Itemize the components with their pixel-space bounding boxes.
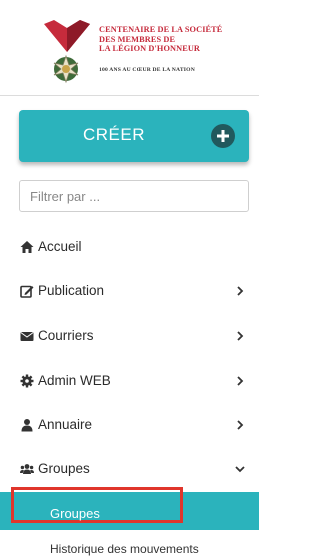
create-button-label: CRÉER xyxy=(82,125,145,144)
chevron-right-icon xyxy=(237,331,244,341)
nav-item-label: Admin WEB xyxy=(38,373,111,388)
nav-item-publication[interactable]: Publication xyxy=(0,280,259,302)
envelope-icon xyxy=(20,332,34,341)
logo-title-line: LA LÉGION D'HONNEUR xyxy=(99,44,201,54)
nav-item-label: Publication xyxy=(38,283,105,298)
header-divider xyxy=(0,95,259,96)
gear-icon xyxy=(20,374,34,388)
submenu-item-historique[interactable]: Historique des mouvements xyxy=(50,542,199,556)
chevron-right-icon xyxy=(237,420,244,430)
heart-logo-icon xyxy=(44,20,90,52)
logo-title: CENTENAIRE DE LA SOCIÉTÉ DES MEMBRES DE … xyxy=(99,25,249,54)
nav-item-accueil[interactable]: Accueil xyxy=(0,236,259,258)
home-icon xyxy=(20,241,34,253)
nav-item-label: Groupes xyxy=(38,461,90,476)
logo-title-line: CENTENAIRE DE LA SOCIÉTÉ xyxy=(99,25,223,34)
filter-input[interactable] xyxy=(19,180,249,212)
legion-medal-icon xyxy=(53,54,79,84)
nav-item-label: Annuaire xyxy=(38,417,93,432)
logo-block: CENTENAIRE DE LA SOCIÉTÉ DES MEMBRES DE … xyxy=(0,0,259,95)
nav-item-admin-web[interactable]: Admin WEB xyxy=(0,370,259,392)
nav-item-label: Courriers xyxy=(38,328,94,343)
nav-item-courriers[interactable]: Courriers xyxy=(0,325,259,347)
nav-item-label: Accueil xyxy=(38,239,82,254)
nav-item-annuaire[interactable]: Annuaire xyxy=(0,414,259,436)
nav-item-groupes[interactable]: Groupes xyxy=(0,458,259,480)
create-button[interactable]: CRÉER xyxy=(19,110,249,162)
user-icon xyxy=(21,419,33,432)
submenu-item-label: Groupes xyxy=(50,506,100,521)
logo-title-line: DES MEMBRES DE xyxy=(99,34,176,44)
logo-subtitle: 100 ANS AU CŒUR DE LA NATION xyxy=(99,67,195,73)
users-icon xyxy=(20,464,34,474)
chevron-right-icon xyxy=(237,286,244,296)
edit-icon xyxy=(20,285,34,298)
plus-circle-icon xyxy=(211,124,235,148)
chevron-down-icon xyxy=(235,466,245,473)
chevron-right-icon xyxy=(237,376,244,386)
